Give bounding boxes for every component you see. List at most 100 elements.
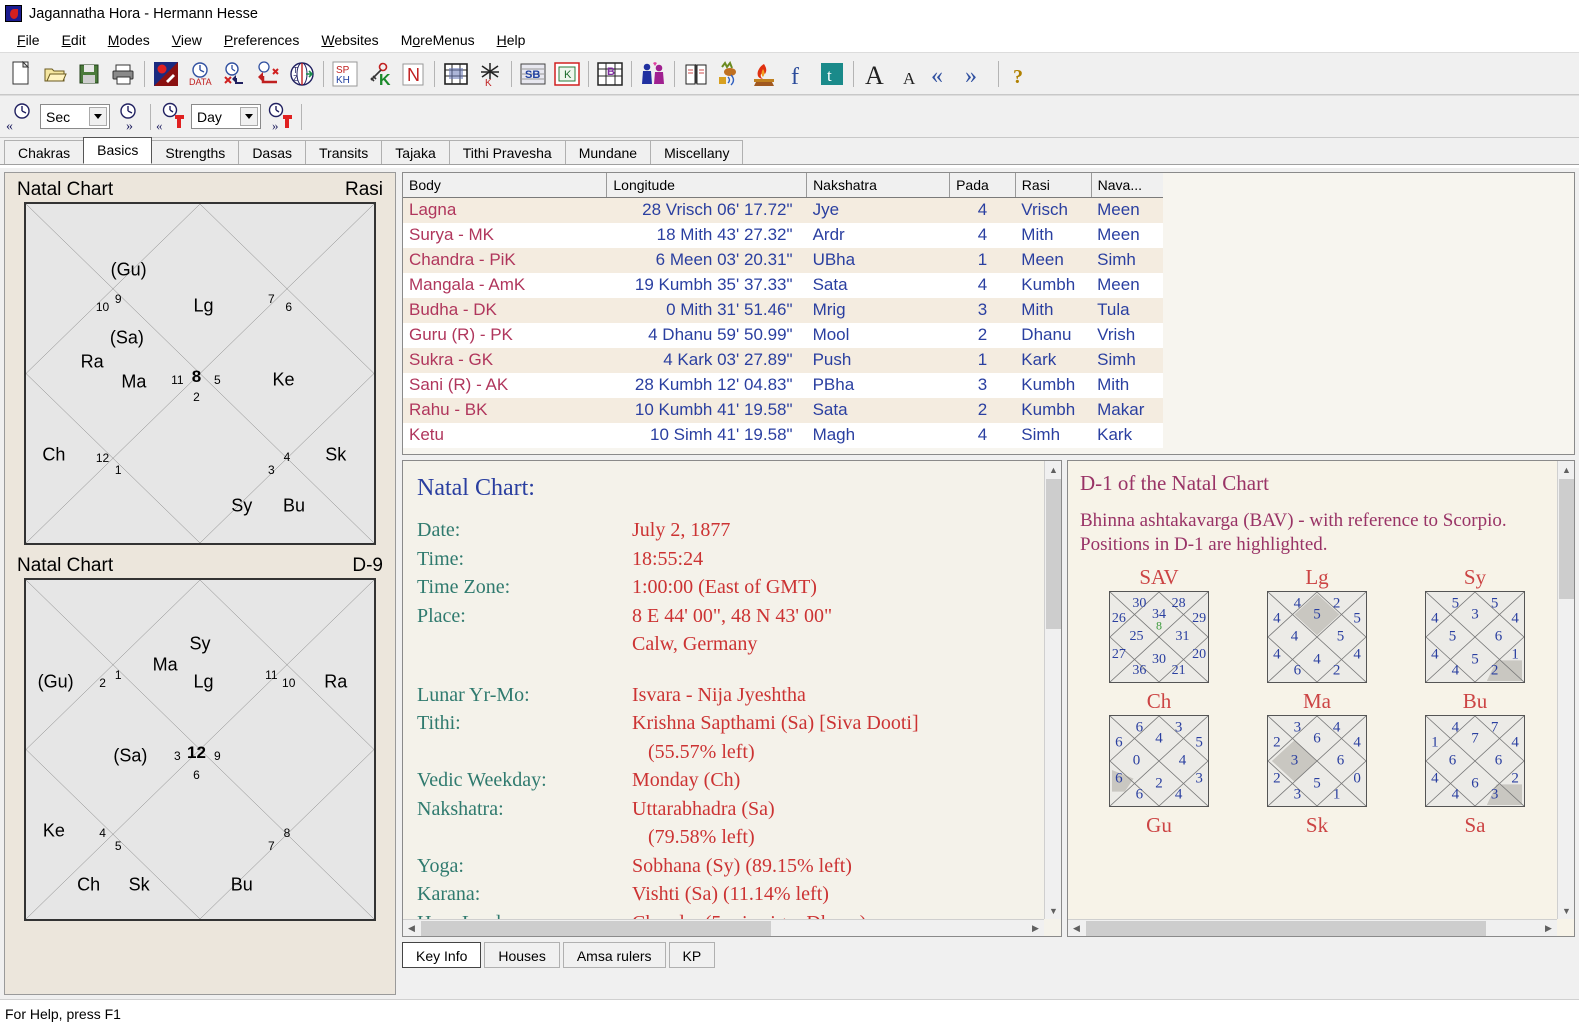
tab-kp[interactable]: KP	[668, 942, 716, 968]
tab-tithi-pravesha[interactable]: Tithi Pravesha	[448, 140, 566, 164]
table-row[interactable]: Sukra - GK 4 Kark 03' 27.89" Push 1 Kark Simh	[403, 347, 1163, 373]
next-double-icon[interactable]: »	[960, 56, 994, 92]
table-row[interactable]: Surya - MK 18 Mith 43' 27.32" Ardr 4 Mith Mee…	[403, 222, 1163, 248]
table-row[interactable]: Ketu 10 Simh 41' 19.58" Magh 4 Simh Kark	[403, 422, 1163, 448]
col-body[interactable]: Body	[403, 173, 608, 198]
time-unit-select[interactable]: Sec	[40, 104, 110, 129]
chevron-down-icon[interactable]	[240, 107, 258, 126]
transit-unit-select[interactable]: Day	[191, 104, 261, 129]
people-icon[interactable]	[636, 56, 670, 92]
table-row[interactable]: Chandra - PiK 6 Meen 03' 20.31" UBha 1 Meen S…	[403, 247, 1163, 273]
table-row[interactable]: Budha - DK 0 Mith 31' 51.46" Mrig 3 Mith Tula	[403, 297, 1163, 323]
tab-key-info[interactable]: Key Info	[402, 942, 482, 968]
table-row[interactable]: Lagna 28 Vrisch 06' 17.72" Jye 4 Vrisch Meen	[403, 197, 1163, 223]
font-small-icon[interactable]: A	[892, 56, 926, 92]
tab-basics[interactable]: Basics	[83, 137, 153, 164]
tab-amsa-rulers[interactable]: Amsa rulers	[562, 942, 666, 968]
bav-cell-ch[interactable]: Ch 6 6 3 5 4 4 0 2 3 6 6 4	[1080, 689, 1238, 807]
bav-chart-diagram[interactable]: 663544023664	[1109, 715, 1209, 807]
scroll-right-icon[interactable]: ▶	[1540, 920, 1557, 936]
menu-item-moremenus[interactable]: MoreMenus	[390, 30, 486, 50]
menu-item-help[interactable]: Help	[486, 30, 537, 50]
chart-flag-icon[interactable]	[149, 56, 183, 92]
table-row[interactable]: Rahu - BK 10 Kumbh 41' 19.58" Sata 2 Kumbh Ma…	[403, 397, 1163, 423]
letter-n-icon[interactable]: N	[396, 56, 430, 92]
menu-item-file[interactable]: File	[6, 30, 51, 50]
save-disk-icon[interactable]	[72, 56, 106, 92]
bav-chart-diagram[interactable]: 26 30 28 29 34 31 25 30 20 27 36 21 8	[1109, 591, 1209, 683]
tab-mundane[interactable]: Mundane	[564, 140, 652, 164]
b-grid-icon[interactable]: B	[593, 56, 627, 92]
menu-item-modes[interactable]: Modes	[97, 30, 161, 50]
tab-strengths[interactable]: Strengths	[151, 140, 240, 164]
scroll-right-icon[interactable]: ▶	[1027, 920, 1044, 936]
chevron-down-icon[interactable]	[89, 107, 107, 126]
key-k-icon[interactable]: K	[362, 56, 396, 92]
sp-kh-icon[interactable]: SP KH	[328, 56, 362, 92]
bav-panel[interactable]: D-1 of the Natal Chart Bhinna ashtakavar…	[1067, 460, 1575, 937]
prev-double-icon[interactable]: «	[926, 56, 960, 92]
bav-cell-bu[interactable]: Bu 1 4 7 4 7 6 6 6 2 4 4 3	[1396, 689, 1554, 807]
scroll-thumb-h[interactable]	[1086, 921, 1486, 936]
bav-cell-sk[interactable]: Sk	[1238, 813, 1396, 837]
transit-step-forward-icon[interactable]: »	[263, 99, 297, 135]
transit-step-back-icon[interactable]: «	[155, 99, 189, 135]
twitter-icon[interactable]: t	[815, 56, 849, 92]
bav-chart-diagram[interactable]: 234466350231	[1267, 715, 1367, 807]
bav-cell-lg[interactable]: Lg 4 4 2 5 5 5 4 4 4 4 6 2	[1238, 565, 1396, 683]
menu-item-edit[interactable]: Edit	[51, 30, 97, 50]
font-large-icon[interactable]: A	[858, 56, 892, 92]
tab-houses[interactable]: Houses	[484, 942, 560, 968]
clock-back-icon[interactable]	[251, 56, 285, 92]
scroll-up-icon[interactable]: ▲	[1045, 461, 1061, 478]
book-icon[interactable]	[679, 56, 713, 92]
col-longitude[interactable]: Longitude	[606, 173, 808, 198]
facebook-icon[interactable]: f	[781, 56, 815, 92]
clock-step-forward-icon[interactable]: »	[112, 99, 146, 135]
table-row[interactable]: Sani (R) - AK 28 Kumbh 12' 04.83" PBha 3 Kum…	[403, 372, 1163, 398]
rasi-chart-diagram[interactable]: (Gu) Lg Ra (Sa) Ma Ke Ch Sk Sy Bu 10 9 7 6 11 8 5 2 12 1 4 3	[24, 202, 376, 545]
tab-miscellany[interactable]: Miscellany	[650, 140, 744, 164]
col-nava[interactable]: Nava...	[1091, 173, 1163, 198]
data-clock-icon[interactable]: DATA	[183, 56, 217, 92]
tab-dasas[interactable]: Dasas	[238, 140, 306, 164]
help-question-icon[interactable]: ?	[1003, 56, 1037, 92]
bav-chart-diagram[interactable]: 455436551442	[1425, 591, 1525, 683]
bav-chart-diagram[interactable]: 442555444462	[1267, 591, 1367, 683]
scroll-down-icon[interactable]: ▼	[1045, 902, 1061, 919]
menu-item-websites[interactable]: Websites	[310, 30, 389, 50]
info-vertical-scrollbar[interactable]: ▲ ▼	[1044, 461, 1061, 919]
bav-chart-diagram[interactable]: 147476662443	[1425, 715, 1525, 807]
clock-delete-icon[interactable]	[217, 56, 251, 92]
bav-cell-sav[interactable]: SAV 26 30 28 29 34 31 25 30 20 27 36 21 8	[1080, 565, 1238, 683]
info-horizontal-scrollbar[interactable]: ◀ ▶	[403, 919, 1044, 936]
scroll-down-icon[interactable]: ▼	[1558, 902, 1574, 919]
table-row[interactable]: Guru (R) - PK 4 Dhanu 59' 50.99" Mool 2 Dhan…	[403, 322, 1163, 348]
tab-transits[interactable]: Transits	[305, 140, 383, 164]
scroll-thumb-h[interactable]	[421, 921, 771, 936]
scroll-left-icon[interactable]: ◀	[1068, 920, 1085, 936]
k-box-icon[interactable]: K	[550, 56, 584, 92]
new-document-icon[interactable]	[4, 56, 38, 92]
key-info-panel[interactable]: Natal Chart: Date: July 2, 1877 Time: 18:55…	[402, 460, 1062, 937]
planet-positions-table[interactable]: Body Longitude Nakshatra Pada Rasi Nava.…	[402, 172, 1575, 455]
bav-cell-sa[interactable]: Sa	[1396, 813, 1554, 837]
bav-horizontal-scrollbar[interactable]: ◀ ▶	[1068, 919, 1557, 936]
sb-table-icon[interactable]: SB	[516, 56, 550, 92]
scroll-thumb[interactable]	[1046, 479, 1061, 629]
timezone-globe-icon[interactable]: TZ	[285, 56, 319, 92]
menu-item-preferences[interactable]: Preferences	[213, 30, 311, 50]
bav-vertical-scrollbar[interactable]: ▲ ▼	[1557, 461, 1574, 919]
clock-step-back-icon[interactable]: «	[4, 99, 38, 135]
scroll-thumb[interactable]	[1559, 479, 1574, 599]
table-row[interactable]: Mangala - AmK 19 Kumbh 35' 37.33" Sata 4 Kum…	[403, 272, 1163, 298]
menu-item-view[interactable]: View	[161, 30, 213, 50]
scroll-left-icon[interactable]: ◀	[403, 920, 420, 936]
bav-cell-gu[interactable]: Gu	[1080, 813, 1238, 837]
bav-cell-ma[interactable]: Ma 2 3 4 4 6 6 3 5 0 2 3 1	[1238, 689, 1396, 807]
deer-sound-icon[interactable]	[713, 56, 747, 92]
fire-altar-icon[interactable]	[747, 56, 781, 92]
scroll-up-icon[interactable]: ▲	[1558, 461, 1574, 478]
tab-tajaka[interactable]: Tajaka	[381, 140, 450, 164]
col-nakshatra[interactable]: Nakshatra	[806, 173, 951, 198]
